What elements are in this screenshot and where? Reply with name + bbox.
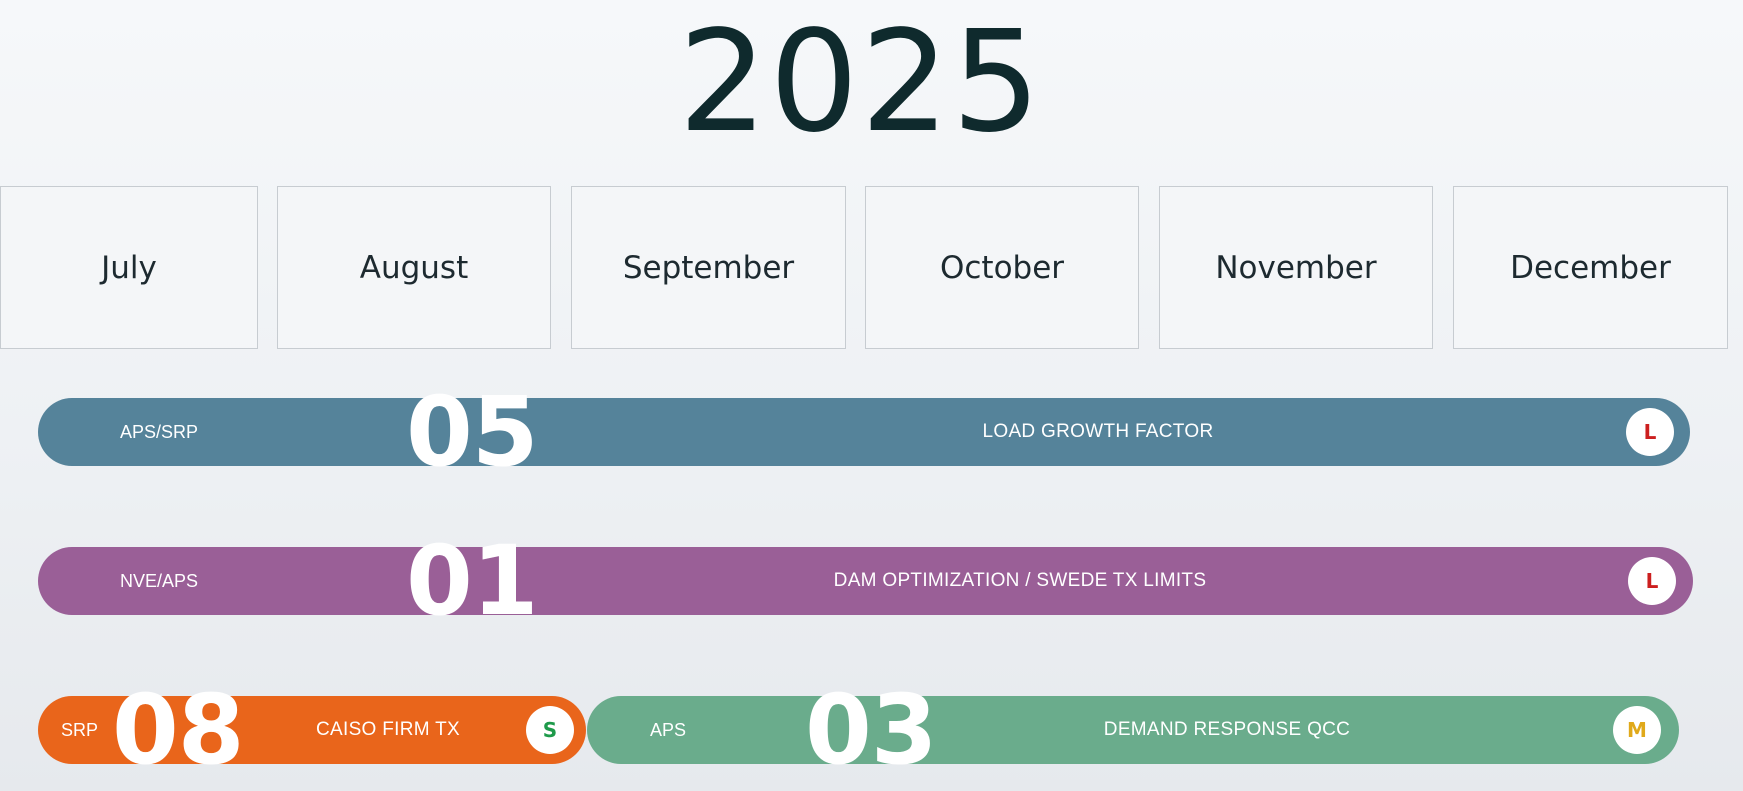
timeline-bar-dam-optimization[interactable]: NVE/APS 01 DAM OPTIMIZATION / SWEDE TX L… (38, 533, 1693, 629)
timeline-bar-load-growth[interactable]: APS/SRP 05 LOAD GROWTH FACTOR L (38, 384, 1690, 480)
bar-owner: APS (650, 720, 687, 740)
bar-owner: NVE/APS (120, 571, 199, 591)
timeline-bar-caiso-firm-tx[interactable]: SRP 08 CAISO FIRM TX S (38, 682, 586, 778)
priority-badge: S (526, 706, 574, 754)
priority-badge: L (1628, 557, 1676, 605)
bar-number: 01 (406, 525, 539, 637)
priority-badge: L (1626, 408, 1674, 456)
bar-owner: SRP (61, 720, 99, 740)
priority-badge: M (1613, 706, 1661, 754)
bar-title: DEMAND RESPONSE QCC (1103, 719, 1351, 740)
month-august: August (277, 186, 551, 349)
bar-number: 03 (805, 674, 938, 786)
year-title: 2025 (678, 1, 1043, 164)
bar-title: DAM OPTIMIZATION / SWEDE TX LIMITS (833, 570, 1207, 591)
bar-number: 05 (406, 376, 539, 488)
month-december: December (1453, 186, 1728, 349)
bar-owner: APS/SRP (120, 422, 199, 442)
bar-number: 08 (112, 674, 245, 786)
month-november: November (1159, 186, 1433, 349)
month-october: October (865, 186, 1139, 349)
bar-title: CAISO FIRM TX (316, 719, 460, 740)
timeline-bar-demand-response[interactable]: APS 03 DEMAND RESPONSE QCC M (587, 682, 1679, 778)
month-september: September (571, 186, 846, 349)
month-july: July (0, 186, 258, 349)
bar-title: LOAD GROWTH FACTOR (982, 421, 1214, 442)
